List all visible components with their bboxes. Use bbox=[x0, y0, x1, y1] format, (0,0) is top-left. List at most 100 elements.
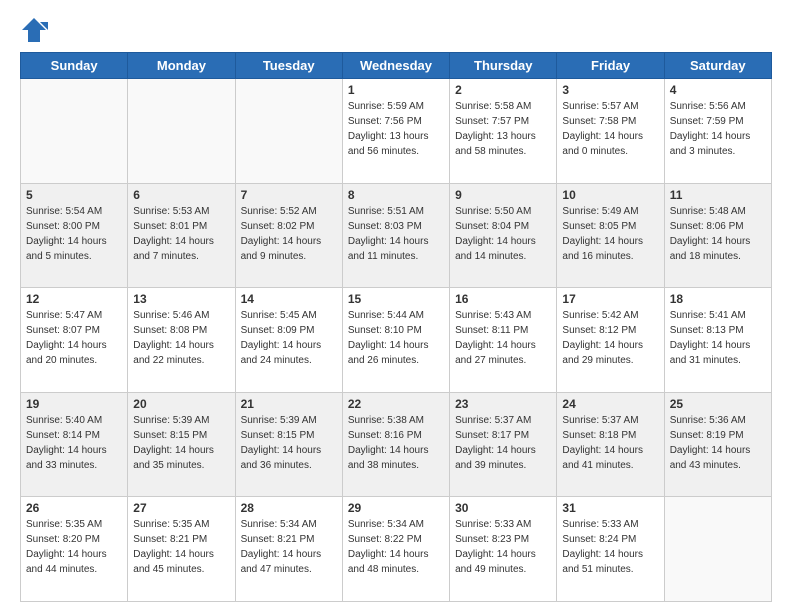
day-number: 20 bbox=[133, 397, 229, 411]
day-number: 9 bbox=[455, 188, 551, 202]
calendar-cell: 25 Sunrise: 5:36 AMSunset: 8:19 PMDayligh… bbox=[664, 392, 771, 497]
calendar-cell: 28 Sunrise: 5:34 AMSunset: 8:21 PMDayligh… bbox=[235, 497, 342, 602]
calendar-cell: 17 Sunrise: 5:42 AMSunset: 8:12 PMDayligh… bbox=[557, 288, 664, 393]
day-number: 13 bbox=[133, 292, 229, 306]
calendar-cell: 23 Sunrise: 5:37 AMSunset: 8:17 PMDayligh… bbox=[450, 392, 557, 497]
week-row-2: 12Sunrise: 5:47 AMSunset: 8:07 PMDayligh… bbox=[21, 288, 772, 393]
day-number: 19 bbox=[26, 397, 122, 411]
day-info: Sunrise: 5:40 AMSunset: 8:14 PMDaylight:… bbox=[26, 413, 122, 473]
day-info: Sunrise: 5:51 AMSunset: 8:03 PMDaylight:… bbox=[348, 204, 444, 264]
day-info: Sunrise: 5:48 AMSunset: 8:06 PMDaylight:… bbox=[670, 204, 766, 264]
day-number: 23 bbox=[455, 397, 551, 411]
day-info: Sunrise: 5:57 AMSunset: 7:58 PMDaylight:… bbox=[562, 99, 658, 159]
day-header-tuesday: Tuesday bbox=[235, 53, 342, 79]
day-info: Sunrise: 5:38 AMSunset: 8:16 PMDaylight:… bbox=[348, 413, 444, 473]
calendar-cell: 1 Sunrise: 5:59 AMSunset: 7:56 PMDaylight… bbox=[342, 79, 449, 184]
calendar-cell: 5 Sunrise: 5:54 AMSunset: 8:00 PMDaylight… bbox=[21, 183, 128, 288]
day-info: Sunrise: 5:37 AMSunset: 8:17 PMDaylight:… bbox=[455, 413, 551, 473]
calendar-cell: 30Sunrise: 5:33 AMSunset: 8:23 PMDayligh… bbox=[450, 497, 557, 602]
calendar-cell bbox=[664, 497, 771, 602]
day-number: 12 bbox=[26, 292, 122, 306]
calendar-cell: 12Sunrise: 5:47 AMSunset: 8:07 PMDayligh… bbox=[21, 288, 128, 393]
day-number: 31 bbox=[562, 501, 658, 515]
calendar-cell: 2 Sunrise: 5:58 AMSunset: 7:57 PMDaylight… bbox=[450, 79, 557, 184]
day-number: 17 bbox=[562, 292, 658, 306]
calendar-cell: 29Sunrise: 5:34 AMSunset: 8:22 PMDayligh… bbox=[342, 497, 449, 602]
day-info: Sunrise: 5:58 AMSunset: 7:57 PMDaylight:… bbox=[455, 99, 551, 159]
calendar-cell: 21 Sunrise: 5:39 AMSunset: 8:15 PMDayligh… bbox=[235, 392, 342, 497]
day-number: 4 bbox=[670, 83, 766, 97]
day-number: 15 bbox=[348, 292, 444, 306]
calendar: SundayMondayTuesdayWednesdayThursdayFrid… bbox=[20, 52, 772, 602]
day-number: 21 bbox=[241, 397, 337, 411]
calendar-cell: 16 Sunrise: 5:43 AMSunset: 8:11 PMDayligh… bbox=[450, 288, 557, 393]
calendar-cell bbox=[21, 79, 128, 184]
day-number: 5 bbox=[26, 188, 122, 202]
calendar-cell: 3 Sunrise: 5:57 AMSunset: 7:58 PMDaylight… bbox=[557, 79, 664, 184]
week-row-1: 5 Sunrise: 5:54 AMSunset: 8:00 PMDaylight… bbox=[21, 183, 772, 288]
day-number: 26 bbox=[26, 501, 122, 515]
week-row-0: 1 Sunrise: 5:59 AMSunset: 7:56 PMDaylight… bbox=[21, 79, 772, 184]
day-info: Sunrise: 5:33 AMSunset: 8:24 PMDaylight:… bbox=[562, 517, 658, 577]
day-info: Sunrise: 5:59 AMSunset: 7:56 PMDaylight:… bbox=[348, 99, 444, 159]
calendar-cell: 9 Sunrise: 5:50 AMSunset: 8:04 PMDaylight… bbox=[450, 183, 557, 288]
day-number: 2 bbox=[455, 83, 551, 97]
calendar-body: 1 Sunrise: 5:59 AMSunset: 7:56 PMDaylight… bbox=[21, 79, 772, 602]
calendar-cell: 11 Sunrise: 5:48 AMSunset: 8:06 PMDayligh… bbox=[664, 183, 771, 288]
day-number: 25 bbox=[670, 397, 766, 411]
day-number: 3 bbox=[562, 83, 658, 97]
calendar-cell: 7Sunrise: 5:52 AMSunset: 8:02 PMDaylight… bbox=[235, 183, 342, 288]
day-info: Sunrise: 5:50 AMSunset: 8:04 PMDaylight:… bbox=[455, 204, 551, 264]
calendar-cell: 31 Sunrise: 5:33 AMSunset: 8:24 PMDayligh… bbox=[557, 497, 664, 602]
day-header-sunday: Sunday bbox=[21, 53, 128, 79]
day-info: Sunrise: 5:54 AMSunset: 8:00 PMDaylight:… bbox=[26, 204, 122, 264]
calendar-cell bbox=[235, 79, 342, 184]
calendar-cell: 20 Sunrise: 5:39 AMSunset: 8:15 PMDayligh… bbox=[128, 392, 235, 497]
day-info: Sunrise: 5:34 AMSunset: 8:22 PMDaylight:… bbox=[348, 517, 444, 577]
day-header-monday: Monday bbox=[128, 53, 235, 79]
header bbox=[20, 16, 772, 44]
day-info: Sunrise: 5:42 AMSunset: 8:12 PMDaylight:… bbox=[562, 308, 658, 368]
day-header-thursday: Thursday bbox=[450, 53, 557, 79]
logo bbox=[20, 16, 52, 44]
day-info: Sunrise: 5:35 AMSunset: 8:20 PMDaylight:… bbox=[26, 517, 122, 577]
day-number: 11 bbox=[670, 188, 766, 202]
calendar-cell: 4 Sunrise: 5:56 AMSunset: 7:59 PMDaylight… bbox=[664, 79, 771, 184]
week-row-3: 19 Sunrise: 5:40 AMSunset: 8:14 PMDayligh… bbox=[21, 392, 772, 497]
day-number: 10 bbox=[562, 188, 658, 202]
day-number: 1 bbox=[348, 83, 444, 97]
day-number: 18 bbox=[670, 292, 766, 306]
page: SundayMondayTuesdayWednesdayThursdayFrid… bbox=[0, 0, 792, 612]
day-info: Sunrise: 5:36 AMSunset: 8:19 PMDaylight:… bbox=[670, 413, 766, 473]
calendar-cell: 27Sunrise: 5:35 AMSunset: 8:21 PMDayligh… bbox=[128, 497, 235, 602]
day-info: Sunrise: 5:46 AMSunset: 8:08 PMDaylight:… bbox=[133, 308, 229, 368]
day-info: Sunrise: 5:53 AMSunset: 8:01 PMDaylight:… bbox=[133, 204, 229, 264]
day-info: Sunrise: 5:41 AMSunset: 8:13 PMDaylight:… bbox=[670, 308, 766, 368]
day-header-wednesday: Wednesday bbox=[342, 53, 449, 79]
day-info: Sunrise: 5:39 AMSunset: 8:15 PMDaylight:… bbox=[133, 413, 229, 473]
calendar-cell: 13 Sunrise: 5:46 AMSunset: 8:08 PMDayligh… bbox=[128, 288, 235, 393]
calendar-cell: 10 Sunrise: 5:49 AMSunset: 8:05 PMDayligh… bbox=[557, 183, 664, 288]
day-number: 7 bbox=[241, 188, 337, 202]
day-info: Sunrise: 5:43 AMSunset: 8:11 PMDaylight:… bbox=[455, 308, 551, 368]
day-info: Sunrise: 5:49 AMSunset: 8:05 PMDaylight:… bbox=[562, 204, 658, 264]
day-info: Sunrise: 5:39 AMSunset: 8:15 PMDaylight:… bbox=[241, 413, 337, 473]
day-number: 24 bbox=[562, 397, 658, 411]
day-info: Sunrise: 5:56 AMSunset: 7:59 PMDaylight:… bbox=[670, 99, 766, 159]
calendar-header-row: SundayMondayTuesdayWednesdayThursdayFrid… bbox=[21, 53, 772, 79]
calendar-cell: 19 Sunrise: 5:40 AMSunset: 8:14 PMDayligh… bbox=[21, 392, 128, 497]
calendar-cell: 24Sunrise: 5:37 AMSunset: 8:18 PMDayligh… bbox=[557, 392, 664, 497]
day-info: Sunrise: 5:45 AMSunset: 8:09 PMDaylight:… bbox=[241, 308, 337, 368]
day-number: 14 bbox=[241, 292, 337, 306]
logo-icon bbox=[20, 16, 48, 44]
day-number: 27 bbox=[133, 501, 229, 515]
day-number: 8 bbox=[348, 188, 444, 202]
calendar-cell: 22Sunrise: 5:38 AMSunset: 8:16 PMDayligh… bbox=[342, 392, 449, 497]
calendar-cell: 15Sunrise: 5:44 AMSunset: 8:10 PMDayligh… bbox=[342, 288, 449, 393]
day-number: 28 bbox=[241, 501, 337, 515]
day-info: Sunrise: 5:33 AMSunset: 8:23 PMDaylight:… bbox=[455, 517, 551, 577]
day-number: 16 bbox=[455, 292, 551, 306]
day-info: Sunrise: 5:34 AMSunset: 8:21 PMDaylight:… bbox=[241, 517, 337, 577]
calendar-cell: 6Sunrise: 5:53 AMSunset: 8:01 PMDaylight… bbox=[128, 183, 235, 288]
calendar-cell: 26 Sunrise: 5:35 AMSunset: 8:20 PMDayligh… bbox=[21, 497, 128, 602]
